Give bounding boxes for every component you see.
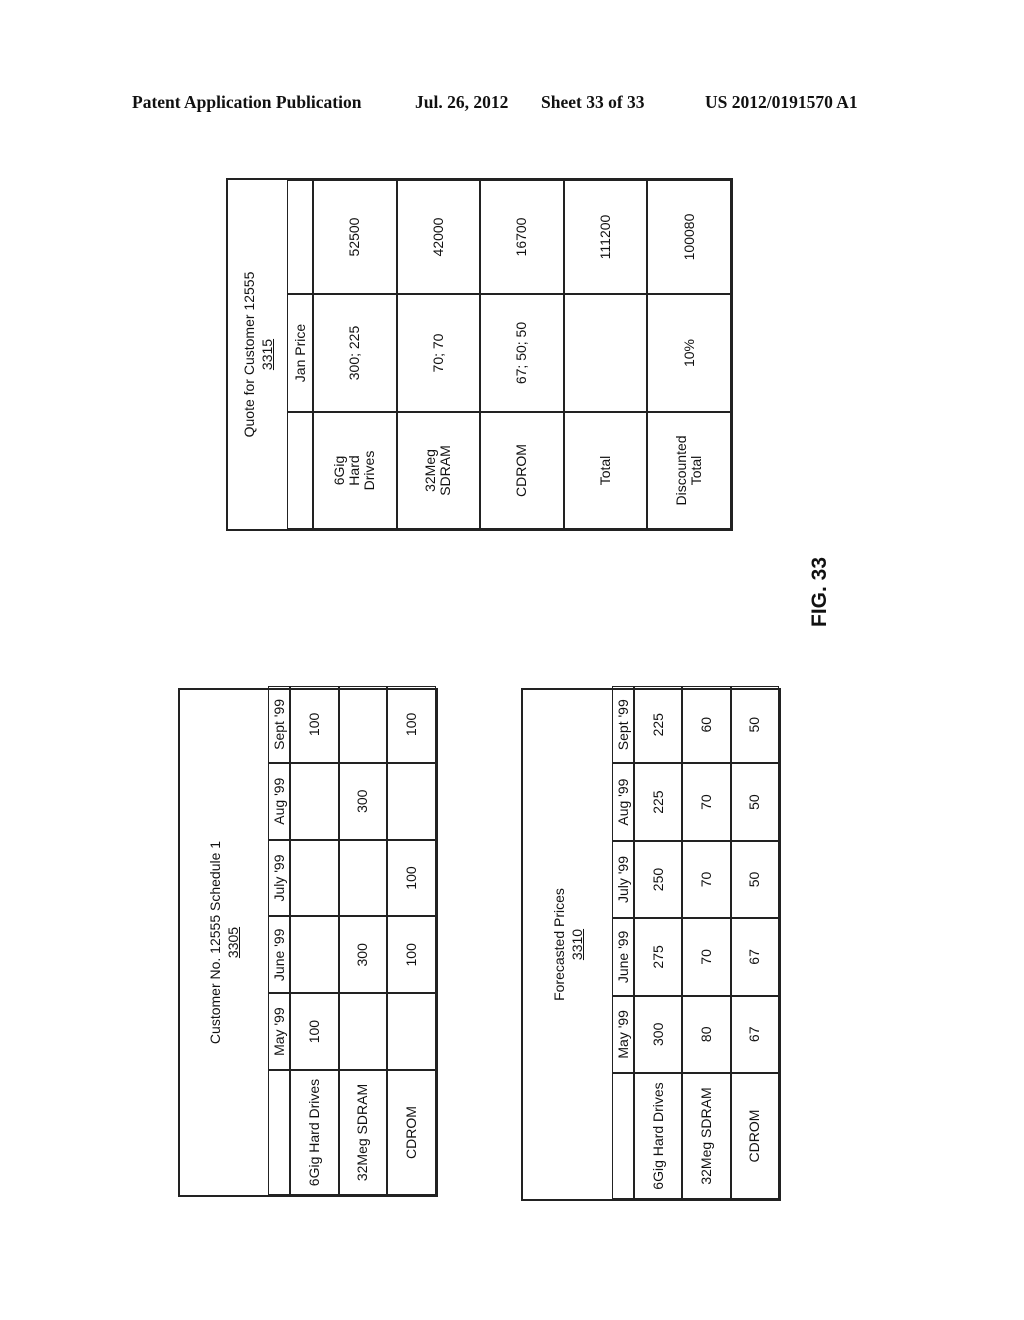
price-cell: 300; 225 — [313, 294, 397, 412]
price-cell: 67; 50; 50 — [480, 294, 564, 412]
quote-table: Quote for Customer 12555 3315 Jan Price 6Gi… — [226, 178, 733, 531]
table-cell: 67 — [730, 995, 779, 1073]
table-cell: 70 — [682, 918, 731, 996]
table-cell: 80 — [682, 995, 731, 1073]
column-header: June '99 — [612, 918, 634, 996]
reference-numeral: 3315 — [258, 338, 275, 371]
table-cell — [387, 993, 436, 1070]
table-title: Quote for Customer 12555 — [240, 271, 257, 438]
table-cell: 100 — [387, 839, 436, 917]
total-cell: 100080 — [647, 180, 731, 294]
row-label: Total — [563, 412, 648, 529]
table-cell: 300 — [338, 916, 388, 994]
table-title: Customer No. 12555 Schedule 1 — [207, 840, 223, 1045]
publication-date: Jul. 26, 2012 — [415, 92, 509, 112]
price-cell: 70; 70 — [396, 294, 481, 412]
table-cell: 67 — [730, 918, 779, 996]
column-header: Aug '99 — [612, 763, 634, 841]
patent-number: US 2012/0191570 A1 — [705, 92, 858, 112]
publication-title: Patent Application Publication — [132, 92, 362, 112]
table-cell — [290, 916, 339, 994]
reference-numeral: 3310 — [568, 928, 585, 961]
table-cell: 100 — [290, 993, 339, 1070]
column-header: May '99 — [268, 993, 290, 1070]
prices_table-title: Forecasted Prices 3310 — [523, 690, 612, 1199]
column-header: May '99 — [612, 995, 634, 1073]
column-header: July '99 — [612, 840, 634, 919]
sheet-number: Sheet 33 of 33 — [541, 92, 645, 112]
table-cell: 60 — [682, 686, 731, 764]
prices-table-container: Forecasted Prices 3310 May '99 June '99 July… — [521, 686, 781, 1201]
total-cell: 16700 — [480, 180, 564, 294]
column-header — [287, 180, 313, 294]
table-cell — [290, 762, 339, 840]
table-cell: 225 — [634, 686, 683, 764]
total-cell: 52500 — [313, 180, 397, 294]
schedule-table: Customer No. 12555 Schedule 1 3305 May '99… — [178, 686, 438, 1197]
table-cell — [387, 762, 436, 840]
row-label: CDROM — [730, 1073, 779, 1199]
price-cell: 10% — [647, 294, 731, 412]
figure-label: FIG. 33 — [808, 556, 831, 627]
column-header: July '99 — [268, 839, 290, 917]
row-label: 32Meg SDRAM — [396, 412, 481, 529]
row-label: CDROM — [387, 1070, 436, 1195]
row-label: 6Gig Hard Drives — [634, 1073, 683, 1199]
header-corner — [268, 1070, 290, 1195]
column-header: June '99 — [268, 916, 290, 994]
table-cell — [290, 839, 339, 917]
column-header: Sept '99 — [268, 686, 290, 763]
prices-table: Forecasted Prices 3310 May '99 June '99 July… — [521, 686, 781, 1201]
row-label: 6Gig Hard Drives — [290, 1070, 339, 1195]
table-cell: 250 — [634, 840, 683, 919]
schedule_table-title: Customer No. 12555 Schedule 1 3305 — [180, 690, 268, 1195]
row-label: CDROM — [480, 412, 564, 529]
table-cell: 50 — [730, 840, 779, 919]
header-corner — [287, 412, 313, 529]
table-cell: 100 — [387, 686, 436, 763]
table-cell — [338, 839, 388, 917]
table-cell — [338, 993, 388, 1070]
table-cell: 100 — [290, 686, 339, 763]
table-cell: 225 — [634, 763, 683, 841]
quote-table-container: Quote for Customer 12555 3315 Jan Price 6Gi… — [226, 178, 733, 531]
table-cell: 50 — [730, 763, 779, 841]
table-cell: 50 — [730, 686, 779, 764]
schedule-table-container: Customer No. 12555 Schedule 1 3305 May '99… — [178, 686, 438, 1197]
column-header: Jan Price — [287, 294, 313, 412]
header-corner — [612, 1073, 634, 1199]
table-cell: 275 — [634, 918, 683, 996]
row-label: Discounted Total — [647, 412, 731, 529]
total-cell: 42000 — [396, 180, 481, 294]
row-label: 32Meg SDRAM — [682, 1073, 731, 1199]
row-label: 32Meg SDRAM — [338, 1070, 388, 1195]
column-header: Sept '99 — [612, 686, 634, 764]
quote-title: Quote for Customer 12555 3315 — [228, 180, 287, 529]
table-cell: 300 — [634, 995, 683, 1073]
table-cell — [338, 686, 388, 763]
table-title: Forecasted Prices — [550, 888, 567, 1001]
reference-numeral: 3305 — [225, 926, 241, 959]
total-cell: 111200 — [563, 180, 648, 294]
row-label: 6Gig Hard Drives — [313, 412, 397, 529]
price-cell — [563, 294, 648, 412]
column-header: Aug '99 — [268, 762, 290, 840]
table-cell: 70 — [682, 840, 731, 919]
table-cell: 100 — [387, 916, 436, 994]
table-cell: 70 — [682, 763, 731, 841]
table-cell: 300 — [338, 762, 388, 840]
